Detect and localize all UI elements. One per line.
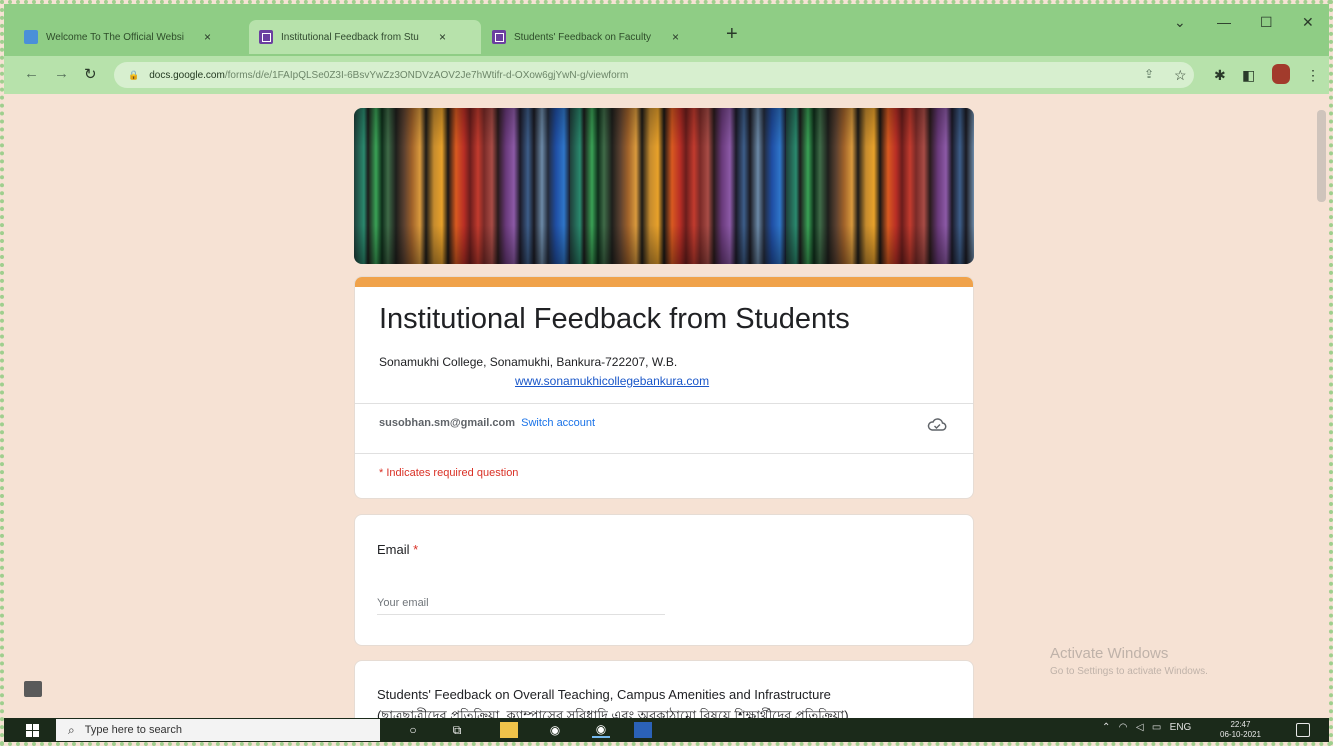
windows-start-icon[interactable] [26, 724, 39, 737]
watermark-subtitle: Go to Settings to activate Windows. [1050, 666, 1208, 677]
url-host: docs.google.com [149, 69, 225, 81]
account-row: susobhan.sm@gmail.com Switch account [379, 417, 595, 429]
form-accent-bar [355, 277, 973, 287]
extensions-icon[interactable]: ✱ [1214, 67, 1226, 84]
forms-icon [492, 30, 506, 44]
form-title-card: Institutional Feedback from Students Son… [354, 276, 974, 499]
bookmark-star-icon[interactable]: ☆ [1174, 67, 1187, 84]
tab-title: Welcome To The Official Websi [46, 31, 185, 43]
close-icon[interactable]: × [204, 30, 211, 44]
task-view-icon[interactable]: ⧉ [448, 722, 466, 738]
search-icon: ⌕ [68, 722, 75, 737]
report-feedback-icon[interactable] [24, 681, 42, 697]
minimize-icon[interactable]: — [1217, 14, 1231, 30]
tray-chevron-icon[interactable]: ⌃ [1102, 722, 1110, 733]
battery-icon[interactable]: ▭ [1152, 722, 1161, 733]
clock-time: 22:47 [1230, 720, 1251, 729]
tab-welcome[interactable]: Welcome To The Official Websi × [14, 20, 246, 54]
college-website-link[interactable]: www.sonamukhicollegebankura.com [515, 374, 709, 388]
divider [355, 403, 973, 404]
url-path: /forms/d/e/1FAIpQLSe0Z3I-6BsvYwZz3ONDVzA… [224, 69, 629, 81]
email-question-card: Email * [354, 514, 974, 646]
lock-icon[interactable]: 🔒 [128, 70, 139, 81]
side-panel-icon[interactable]: ◧ [1242, 67, 1255, 84]
page-scrollbar[interactable] [1314, 96, 1329, 718]
cloud-saved-icon [927, 418, 947, 431]
network-icon[interactable]: ◠ [1119, 722, 1128, 733]
system-tray: ⌃ ◠ ◁ ▭ ENG [1102, 722, 1191, 733]
tab-students-feedback[interactable]: Students' Feedback on Faculty × [482, 20, 714, 54]
account-email: susobhan.sm@gmail.com [379, 417, 516, 429]
windows-taskbar: ⌕ Type here to search ○ ⧉ ◉ ◉ ⌃ ◠ ◁ ▭ EN… [4, 718, 1329, 742]
close-icon[interactable]: × [672, 30, 679, 44]
watermark-title: Activate Windows [1050, 645, 1169, 662]
required-star: * [409, 542, 419, 557]
question-text: Email [377, 542, 410, 557]
browser-toolbar: ← → ↻ 🔒 docs.google.com /forms/d/e/1FAIp… [4, 56, 1329, 94]
taskbar-clock[interactable]: 22:47 06-10-2021 [1220, 720, 1261, 740]
email-input[interactable] [377, 591, 665, 615]
notification-center-icon[interactable] [1296, 723, 1310, 737]
chrome-icon[interactable]: ◉ [546, 722, 564, 738]
forms-icon [259, 30, 273, 44]
switch-account-link[interactable]: Switch account [521, 417, 595, 429]
maximize-icon[interactable]: ☐ [1260, 14, 1273, 31]
clock-date: 06-10-2021 [1220, 730, 1261, 739]
required-note: * Indicates required question [379, 467, 519, 479]
taskbar-search-placeholder: Type here to search [84, 724, 182, 736]
taskbar-search[interactable]: ⌕ Type here to search [56, 719, 380, 741]
address-bar[interactable]: 🔒 docs.google.com /forms/d/e/1FAIpQLSe0Z… [114, 62, 1194, 88]
cortana-icon[interactable]: ○ [404, 722, 422, 738]
profile-avatar[interactable] [1272, 64, 1290, 84]
section-title: Students' Feedback on Overall Teaching, … [377, 687, 831, 702]
file-explorer-icon[interactable] [500, 722, 518, 738]
form-description: Sonamukhi College, Sonamukhi, Bankura-72… [379, 355, 678, 369]
form-title: Institutional Feedback from Students [379, 303, 850, 335]
window-close-icon[interactable]: ✕ [1302, 14, 1314, 31]
activate-windows-watermark: Activate Windows Go to Settings to activ… [1050, 645, 1208, 677]
scroll-thumb[interactable] [1317, 110, 1326, 202]
divider [355, 453, 973, 454]
forward-icon[interactable]: → [54, 65, 69, 82]
word-icon[interactable] [634, 722, 652, 738]
tab-title: Institutional Feedback from Stu [281, 31, 419, 43]
tab-institutional-feedback[interactable]: Institutional Feedback from Stu × [249, 20, 481, 54]
tab-title: Students' Feedback on Faculty [514, 31, 651, 43]
share-icon[interactable]: ⇪ [1144, 67, 1154, 81]
volume-icon[interactable]: ◁ [1136, 722, 1144, 733]
reload-icon[interactable]: ↻ [84, 65, 97, 83]
close-icon[interactable]: × [439, 30, 446, 44]
back-icon[interactable]: ← [24, 65, 39, 82]
form-header-image [354, 108, 974, 264]
menu-icon[interactable]: ⋮ [1306, 67, 1320, 84]
tab-strip: Welcome To The Official Websi × Institut… [4, 4, 1329, 56]
chrome-profile-icon[interactable]: ◉ [592, 722, 610, 738]
language-indicator[interactable]: ENG [1170, 722, 1192, 733]
site-favicon-icon [24, 30, 38, 44]
tab-search-icon[interactable]: ⌄ [1174, 14, 1186, 31]
new-tab-button[interactable]: + [726, 23, 738, 46]
email-question-label: Email * [377, 542, 418, 557]
